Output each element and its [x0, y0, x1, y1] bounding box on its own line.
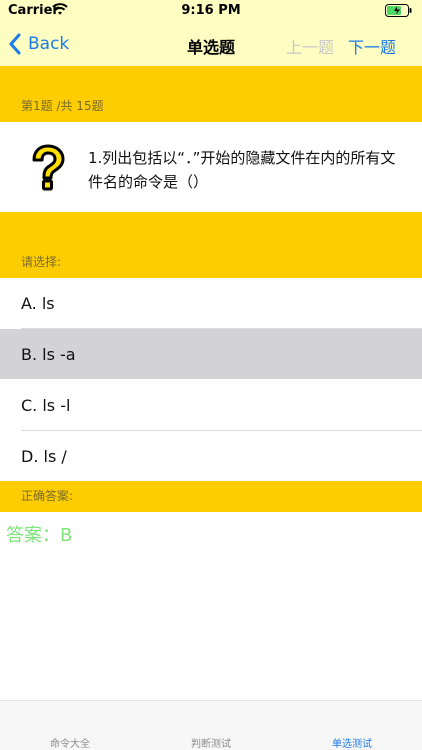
answer-band: 正确答案: — [0, 481, 422, 512]
option-label: B. ls -a — [21, 344, 76, 364]
battery-icon — [385, 4, 412, 17]
option-label: C. ls -l — [21, 395, 71, 415]
choose-label: 请选择: — [21, 255, 62, 269]
answer-header: 正确答案: — [21, 489, 74, 503]
status-bar: Carrier 9:16 PM — [0, 0, 422, 22]
tab-judgment-test[interactable]: 判断测试 — [141, 735, 281, 750]
question-progress: 第1题 /共 15题 — [21, 99, 104, 113]
option-label: D. ls / — [21, 446, 67, 466]
choose-band: 请选择: — [0, 212, 422, 278]
answer-text: 答案：B — [6, 525, 73, 546]
question-card: 1.列出包括以“．”开始的隐藏文件在内的所有文件名的命令是（） — [0, 122, 422, 212]
question-text: 1.列出包括以“．”开始的隐藏文件在内的所有文件名的命令是（） — [88, 149, 396, 191]
progress-band: 第1题 /共 15题 — [0, 66, 422, 122]
navigation-bar: Back 单选题 上一题 下一题 — [0, 22, 422, 66]
tab-commands[interactable]: 命令大全 — [0, 735, 140, 750]
question-mark-icon — [32, 144, 65, 191]
option-d[interactable]: D. ls / — [0, 431, 422, 481]
status-time: 9:16 PM — [181, 3, 241, 18]
option-c[interactable]: C. ls -l — [0, 380, 422, 430]
option-b[interactable]: B. ls -a — [0, 329, 422, 379]
tab-bar: 命令大全 判断测试 单选测试 — [0, 700, 422, 750]
previous-question-button[interactable]: 上一题 — [286, 34, 334, 58]
tab-single-choice-test[interactable]: 单选测试 — [282, 735, 422, 750]
next-question-button[interactable]: 下一题 — [348, 34, 396, 58]
option-a[interactable]: A. ls — [0, 278, 422, 328]
option-label: A. ls — [21, 293, 55, 313]
